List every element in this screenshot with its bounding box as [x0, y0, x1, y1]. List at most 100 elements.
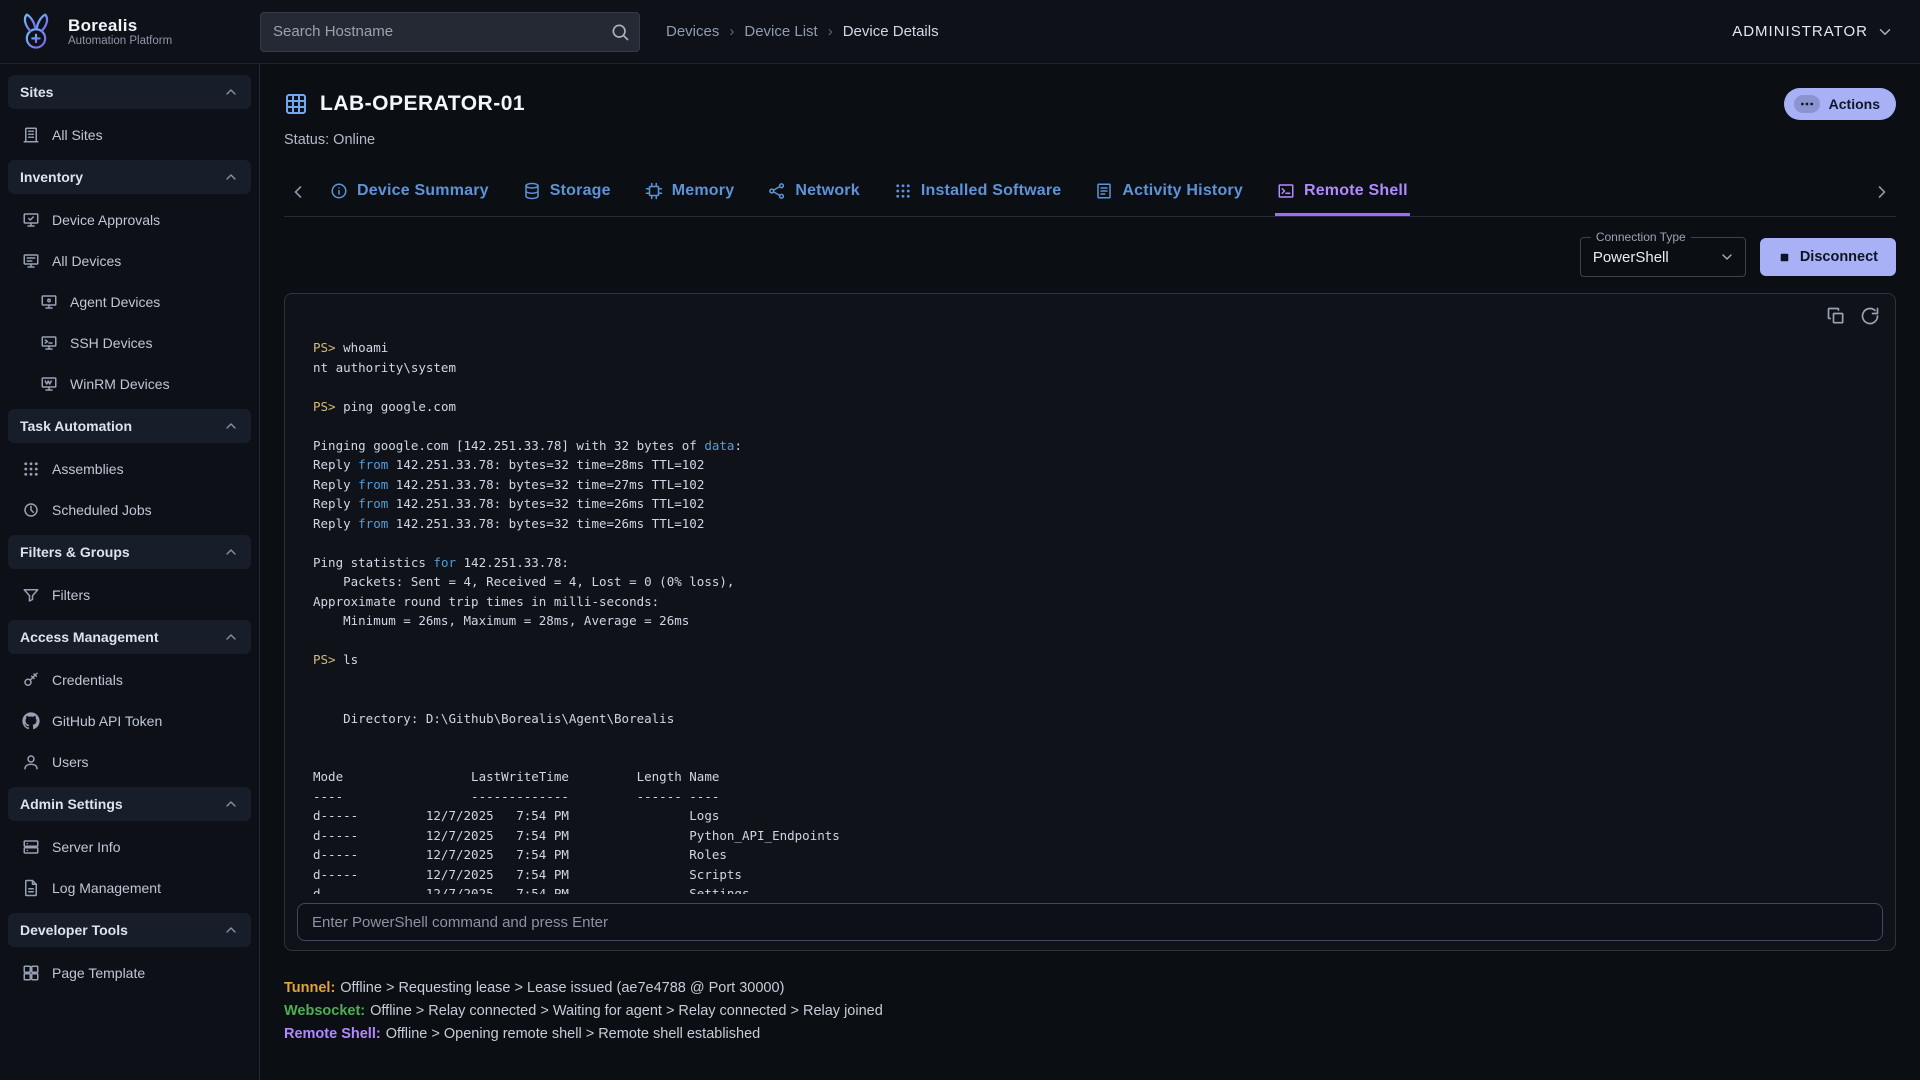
chevron-up-icon: [223, 796, 239, 812]
stop-icon: [1778, 251, 1791, 264]
copy-icon: [1826, 306, 1846, 326]
memory-icon: [645, 182, 663, 200]
disconnect-button[interactable]: Disconnect: [1760, 238, 1896, 276]
sidebar-section-developer-tools[interactable]: Developer Tools: [8, 913, 251, 947]
tab-remote-shell[interactable]: Remote Shell: [1275, 176, 1410, 216]
sidebar-item-ssh-devices[interactable]: SSH Devices: [0, 322, 259, 363]
terminal-line: d----- 12/7/2025 7:54 PM Python_API_Endp…: [313, 826, 1867, 846]
sidebar-item-winrm-devices[interactable]: WinRM Devices: [0, 363, 259, 404]
breadcrumb-item-device-details[interactable]: Device Details: [843, 23, 939, 40]
connection-type-select[interactable]: Connection Type PowerShell: [1580, 237, 1746, 277]
sidebar-section-label: Inventory: [20, 169, 83, 185]
winrm-devices-icon: [40, 375, 58, 393]
brand-area[interactable]: Borealis Automation Platform: [0, 10, 260, 54]
terminal-line: Directory: D:\Github\Borealis\Agent\Bore…: [313, 709, 1867, 729]
terminal-line: [313, 748, 1867, 768]
tab-device-summary[interactable]: Device Summary: [328, 176, 491, 216]
sidebar-section-inventory[interactable]: Inventory: [8, 160, 251, 194]
sidebar-item-agent-devices[interactable]: Agent Devices: [0, 281, 259, 322]
sidebar-item-device-approvals[interactable]: Device Approvals: [0, 199, 259, 240]
sidebar-item-filters[interactable]: Filters: [0, 574, 259, 615]
ellipsis-pill: [1794, 95, 1820, 113]
sidebar-section-admin-settings[interactable]: Admin Settings: [8, 787, 251, 821]
sidebar-section-filters-groups[interactable]: Filters & Groups: [8, 535, 251, 569]
sidebar-section-sites[interactable]: Sites: [8, 75, 251, 109]
sidebar-item-scheduled-jobs[interactable]: Scheduled Jobs: [0, 489, 259, 530]
terminal-line: [313, 670, 1867, 690]
user-menu[interactable]: ADMINISTRATOR: [1732, 23, 1920, 41]
sidebar-item-users[interactable]: Users: [0, 741, 259, 782]
refresh-button[interactable]: [1859, 306, 1881, 328]
chevron-up-icon: [223, 169, 239, 185]
terminal-line: d----- 12/7/2025 7:54 PM Settings: [313, 884, 1867, 894]
terminal-output[interactable]: PS> whoamint authority\system PS> ping g…: [285, 294, 1895, 894]
sidebar-item-page-template[interactable]: Page Template: [0, 952, 259, 993]
sidebar-item-server-info[interactable]: Server Info: [0, 826, 259, 867]
status-line-label: Websocket:: [284, 1003, 365, 1019]
chevron-left-icon: [288, 182, 308, 202]
connection-status-lines: Tunnel:Offline > Requesting lease > Leas…: [284, 977, 1896, 1046]
sidebar-section-task-automation[interactable]: Task Automation: [8, 409, 251, 443]
tabs-row: Device Summary Storage Memory Network Instal…: [284, 176, 1896, 217]
status-line-remote-shell: Remote Shell:Offline > Opening remote sh…: [284, 1023, 1896, 1046]
disconnect-button-label: Disconnect: [1800, 249, 1878, 265]
breadcrumb-item-device-list[interactable]: Device List: [744, 23, 817, 40]
copy-button[interactable]: [1825, 306, 1847, 328]
sidebar-nav: Sites All Sites Inventory Device Approvals A…: [0, 75, 259, 993]
sidebar-item-log-management[interactable]: Log Management: [0, 867, 259, 908]
chevron-up-icon: [223, 84, 239, 100]
terminal-line: Reply from 142.251.33.78: bytes=32 time=…: [313, 475, 1867, 495]
ellipsis-icon: [1799, 96, 1815, 112]
sidebar-item-label: SSH Devices: [70, 335, 152, 351]
shell-controls: Connection Type PowerShell Disconnect: [284, 237, 1896, 277]
sidebar-item-github-api-token[interactable]: GitHub API Token: [0, 700, 259, 741]
brand-text: Borealis Automation Platform: [68, 16, 172, 48]
network-icon: [768, 182, 786, 200]
ssh-devices-icon: [40, 334, 58, 352]
tab-label: Storage: [550, 182, 611, 200]
sidebar-section-access-management[interactable]: Access Management: [8, 620, 251, 654]
tabs-scroll-right-button[interactable]: [1868, 178, 1896, 206]
sidebar-item-label: All Devices: [52, 253, 121, 269]
sidebar-item-credentials[interactable]: Credentials: [0, 659, 259, 700]
sidebar-item-label: Device Approvals: [52, 212, 160, 228]
sidebar-section-label: Access Management: [20, 629, 159, 645]
device-title-group: LAB-OPERATOR-01: [284, 92, 525, 116]
tab-label: Device Summary: [357, 182, 489, 200]
sidebar-item-label: Credentials: [52, 672, 123, 688]
terminal-line: [313, 631, 1867, 651]
status-line-label: Tunnel:: [284, 980, 335, 996]
devices-icon: [22, 252, 40, 270]
search-icon: [610, 22, 630, 42]
status-line-label: Remote Shell:: [284, 1026, 381, 1042]
tab-label: Memory: [672, 182, 735, 200]
actions-button[interactable]: Actions: [1784, 88, 1896, 120]
sidebar: Sites All Sites Inventory Device Approvals A…: [0, 64, 260, 1080]
sidebar-item-all-sites[interactable]: All Sites: [0, 114, 259, 155]
breadcrumb-separator: ›: [729, 23, 734, 40]
shell-command-input[interactable]: [297, 903, 1883, 941]
status-line-text: Offline > Relay connected > Waiting for …: [370, 1003, 883, 1019]
sidebar-item-all-devices[interactable]: All Devices: [0, 240, 259, 281]
sidebar-item-label: All Sites: [52, 127, 103, 143]
tab-activity-history[interactable]: Activity History: [1093, 176, 1245, 216]
tab-label: Activity History: [1122, 182, 1243, 200]
tab-memory[interactable]: Memory: [643, 176, 737, 216]
device-status: Status: Online: [284, 132, 1896, 148]
device-grid-icon: [284, 92, 308, 116]
terminal-line: d----- 12/7/2025 7:54 PM Scripts: [313, 865, 1867, 885]
tab-network[interactable]: Network: [766, 176, 862, 216]
actions-button-label: Actions: [1829, 96, 1880, 112]
tab-storage[interactable]: Storage: [521, 176, 613, 216]
hostname-search: [260, 12, 640, 52]
search-input[interactable]: [260, 12, 640, 52]
tabs-scroll-left-button[interactable]: [284, 178, 312, 206]
sidebar-item-assemblies[interactable]: Assemblies: [0, 448, 259, 489]
info-icon: [330, 182, 348, 200]
breadcrumb-item-devices[interactable]: Devices: [666, 23, 719, 40]
server-icon: [22, 838, 40, 856]
terminal-line: d----- 12/7/2025 7:54 PM Roles: [313, 845, 1867, 865]
device-header: LAB-OPERATOR-01 Actions: [284, 88, 1896, 120]
tab-installed-software[interactable]: Installed Software: [892, 176, 1064, 216]
sidebar-item-label: Scheduled Jobs: [52, 502, 152, 518]
